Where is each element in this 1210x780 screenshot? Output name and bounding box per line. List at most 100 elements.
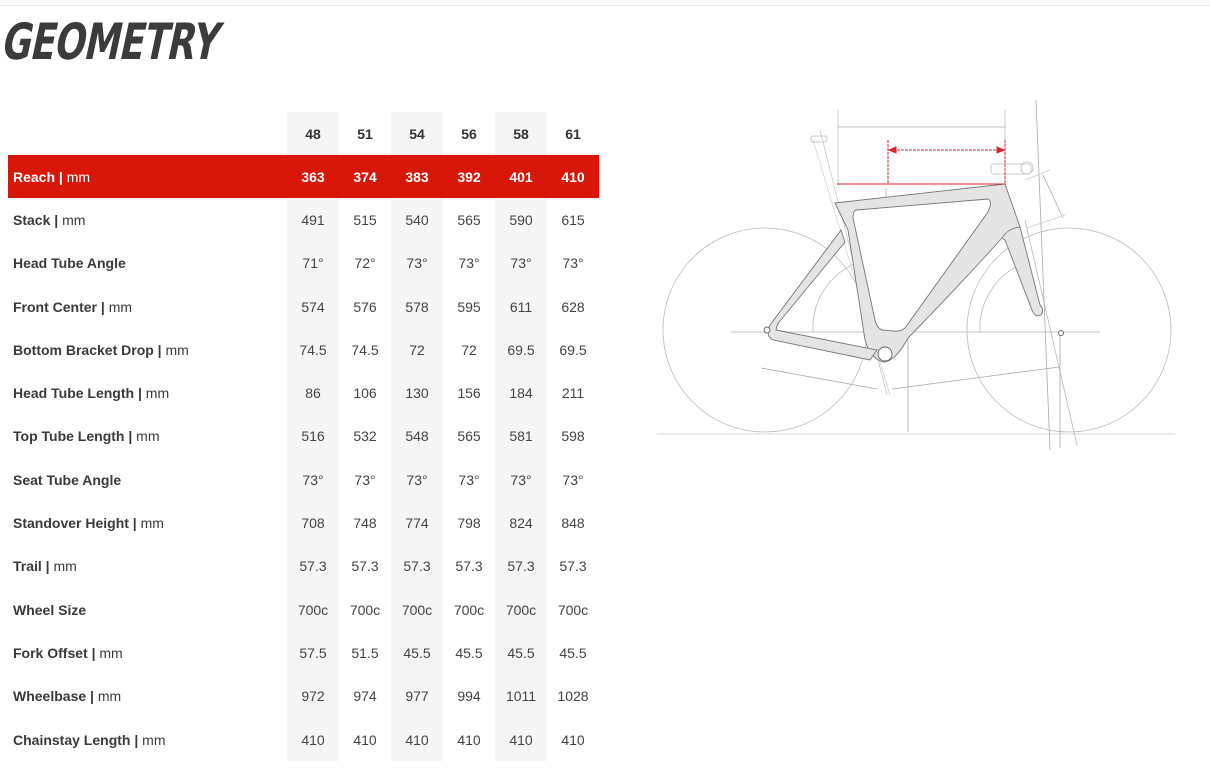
size-header-row: 48 51 54 56 58 61 xyxy=(8,112,599,155)
table-cell: 576 xyxy=(353,298,377,315)
table-cell: 410 xyxy=(495,717,547,762)
table-cell: 516 xyxy=(287,414,339,459)
table-cell: 69.5 xyxy=(495,328,547,372)
table-cell: 598 xyxy=(561,428,585,445)
table-cell: 581 xyxy=(495,414,547,459)
table-cell: 977 xyxy=(391,674,443,718)
bottom-bracket xyxy=(877,346,893,362)
table-cell: 57.3 xyxy=(559,558,587,575)
table-cell: 410 xyxy=(547,155,599,199)
row-label-unit: mm xyxy=(99,644,123,661)
table-cell: 410 xyxy=(391,717,443,762)
row-label-separator: | xyxy=(86,688,98,705)
front-wheel xyxy=(966,227,1172,433)
table-row: Wheel Size 700c 700c 700c 700c 700c 700c xyxy=(8,587,599,632)
size-header-48: 48 xyxy=(287,112,339,155)
row-label-unit: mm xyxy=(97,688,122,705)
table-cell: 73° xyxy=(391,458,443,502)
row-label: Bottom Bracket Drop | mm xyxy=(8,328,287,371)
table-row: Seat Tube Angle 73° 73° 73° 73° 73° 73° xyxy=(8,458,599,502)
row-label: Wheelbase | mm xyxy=(8,675,287,718)
table-row: Top Tube Length | mm 516 532 548 565 581 598 xyxy=(8,414,599,459)
table-cell: 748 xyxy=(353,515,377,532)
row-label: Stack | mm xyxy=(8,198,287,241)
table-cell: 57.5 xyxy=(287,631,339,675)
table-cell: 73° xyxy=(287,458,339,502)
table-cell: 491 xyxy=(287,198,339,242)
row-label-unit: mm xyxy=(145,385,170,402)
table-cell: 392 xyxy=(443,155,495,199)
table-cell: 57.3 xyxy=(391,544,443,588)
table-row: Front Center | mm 574 576 578 595 611 628 xyxy=(8,284,599,329)
reach-indicator xyxy=(837,140,1006,185)
table-cell: 73° xyxy=(495,458,547,502)
top-divider xyxy=(0,5,1210,6)
row-label-name: Bottom Bracket Drop xyxy=(13,341,154,358)
table-cell: 73° xyxy=(495,241,547,285)
row-label: Chainstay Length | mm xyxy=(8,718,287,761)
table-cell: 363 xyxy=(287,155,339,199)
table-cell: 74.5 xyxy=(287,328,339,372)
table-cell: 73° xyxy=(354,471,376,488)
table-cell: 700c xyxy=(495,587,547,632)
table-cell: 410 xyxy=(353,731,377,748)
table-cell: 156 xyxy=(457,385,481,402)
frame xyxy=(763,183,1064,363)
row-label-name: Seat Tube Angle xyxy=(13,471,122,488)
table-cell: 72 xyxy=(461,341,477,358)
table-cell: 972 xyxy=(287,674,339,718)
table-row: Chainstay Length | mm 410 410 410 410 410 410 xyxy=(8,717,599,762)
row-label-unit: mm xyxy=(108,298,133,315)
table-cell: 700c xyxy=(453,601,485,618)
row-label-unit: mm xyxy=(165,341,189,358)
table-cell: 130 xyxy=(391,371,443,415)
page-title: GEOMETRY xyxy=(0,13,226,71)
row-label-separator: | xyxy=(41,558,54,575)
table-cell: 974 xyxy=(353,688,377,705)
row-label-name: Trail xyxy=(13,558,42,575)
row-label: Fork Offset | mm xyxy=(8,631,287,674)
row-label-unit: mm xyxy=(62,211,86,228)
row-label-name: Stack xyxy=(13,211,51,228)
table-cell: 595 xyxy=(457,298,481,315)
table-cell: 106 xyxy=(353,385,377,402)
row-label-name: Top Tube Length xyxy=(13,428,125,445)
table-cell: 211 xyxy=(561,385,585,402)
table-cell: 57.3 xyxy=(287,544,339,588)
table-cell: 72 xyxy=(391,328,443,372)
row-label-name: Wheel Size xyxy=(13,601,87,618)
table-cell: 73° xyxy=(458,255,480,272)
row-label-unit: mm xyxy=(142,731,166,748)
table-cell: 184 xyxy=(495,371,547,415)
table-cell: 71° xyxy=(287,241,339,285)
table-cell: 548 xyxy=(391,414,443,459)
table-cell: 410 xyxy=(457,731,481,748)
table-cell: 73° xyxy=(458,471,480,488)
table-cell: 57.3 xyxy=(351,558,379,575)
geometry-table: 48 51 54 56 58 61 Reach | mm 363 374 383 392 401 41… xyxy=(8,112,599,762)
table-cell: 824 xyxy=(495,501,547,545)
table-cell: 615 xyxy=(561,211,585,228)
row-label-separator: | xyxy=(97,298,109,315)
table-row: Head Tube Angle 71° 72° 73° 73° 73° 73° xyxy=(8,241,599,285)
table-cell: 45.5 xyxy=(391,631,443,675)
row-label-name: Chainstay Length xyxy=(13,731,131,748)
table-cell: 410 xyxy=(561,731,585,748)
size-header-51: 51 xyxy=(357,125,373,142)
row-label-name: Front Center xyxy=(13,298,97,315)
row-label-name: Head Tube Length xyxy=(13,385,135,402)
table-cell: 74.5 xyxy=(351,341,379,358)
bike-frame-geometry-diagram xyxy=(657,100,1175,451)
table-cell: 57.3 xyxy=(495,544,547,588)
table-cell: 532 xyxy=(353,428,377,445)
row-label-separator: | xyxy=(153,341,166,358)
row-label: Head Tube Angle xyxy=(8,242,287,285)
table-row: Standover Height | mm 708 748 774 798 824 848 xyxy=(8,501,599,545)
row-label-name: Reach xyxy=(13,168,56,185)
table-cell: 72° xyxy=(354,255,376,272)
row-label-name: Wheelbase xyxy=(13,688,87,705)
table-cell: 57.3 xyxy=(455,558,483,575)
row-label-name: Head Tube Angle xyxy=(13,255,126,272)
table-cell: 73° xyxy=(391,241,443,285)
row-label-name: Fork Offset xyxy=(13,644,88,661)
